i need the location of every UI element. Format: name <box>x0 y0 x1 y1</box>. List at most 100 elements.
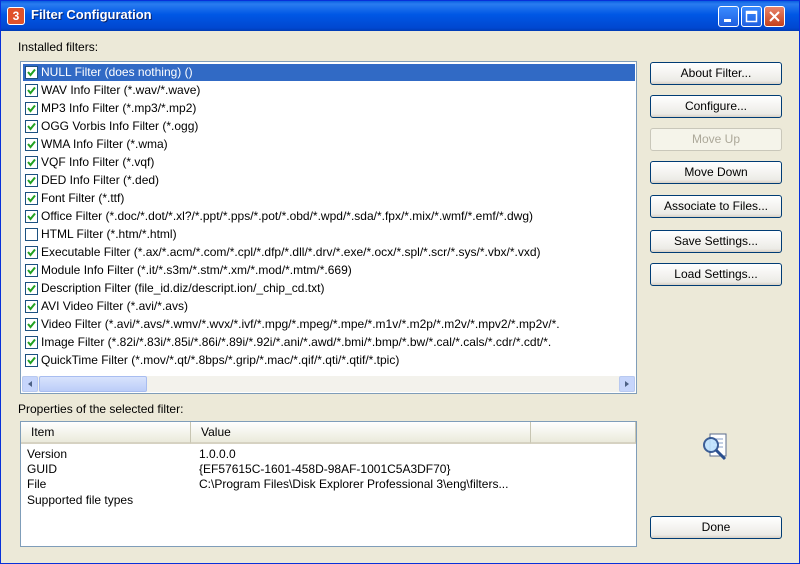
installed-filters-label: Installed filters: <box>18 40 99 54</box>
list-item[interactable]: AVI Video Filter (*.avi/*.avs) <box>23 298 635 315</box>
filter-checkbox[interactable] <box>25 192 38 205</box>
filter-configuration-window: 3 Filter Configuration Installed filters… <box>0 0 800 564</box>
filter-label: Executable Filter (*.ax/*.acm/*.com/*.cp… <box>41 245 541 259</box>
list-item[interactable]: HTML Filter (*.htm/*.html) <box>23 226 635 243</box>
checkmark-icon <box>27 86 36 95</box>
filter-label: NULL Filter (does nothing) () <box>41 65 193 79</box>
filter-label: VQF Info Filter (*.vqf) <box>41 155 155 169</box>
filter-label: Image Filter (*.82i/*.83i/*.85i/*.86i/*.… <box>41 335 552 349</box>
checkmark-icon <box>27 68 36 77</box>
checkmark-icon <box>27 266 36 275</box>
properties-label: Properties of the selected filter: <box>18 402 184 416</box>
filter-checkbox[interactable] <box>25 138 38 151</box>
filter-label: WAV Info Filter (*.wav/*.wave) <box>41 83 201 97</box>
filter-checkbox[interactable] <box>25 120 38 133</box>
column-header-value[interactable]: Value <box>191 422 531 444</box>
filter-checkbox[interactable] <box>25 354 38 367</box>
filter-label: Font Filter (*.ttf) <box>41 191 125 205</box>
filter-checkbox[interactable] <box>25 102 38 115</box>
filter-label: DED Info Filter (*.ded) <box>41 173 160 187</box>
filter-checkbox[interactable] <box>25 156 38 169</box>
filter-label: AVI Video Filter (*.avi/*.avs) <box>41 299 188 313</box>
property-value: 1.0.0.0 <box>199 447 236 461</box>
filter-checkbox[interactable] <box>25 264 38 277</box>
checkmark-icon <box>27 302 36 311</box>
scroll-right-button[interactable] <box>619 376 635 392</box>
column-header-item[interactable]: Item <box>21 422 191 444</box>
checkmark-icon <box>27 338 36 347</box>
list-item[interactable]: Module Info Filter (*.it/*.s3m/*.stm/*.x… <box>23 262 635 279</box>
property-value: C:\Program Files\Disk Explorer Professio… <box>199 477 509 491</box>
filter-label: Description Filter (file_id.diz/descript… <box>41 281 325 295</box>
associate-to-files-button[interactable]: Associate to Files... <box>650 195 782 218</box>
column-header-empty[interactable] <box>531 422 636 444</box>
filter-list[interactable]: NULL Filter (does nothing) () WAV Info Fi… <box>20 61 637 394</box>
checkmark-icon <box>27 122 36 131</box>
filter-checkbox[interactable] <box>25 210 38 223</box>
filter-checkbox[interactable] <box>25 318 38 331</box>
configure-button[interactable]: Configure... <box>650 95 782 118</box>
filter-checkbox[interactable] <box>25 282 38 295</box>
minimize-button[interactable] <box>718 6 739 27</box>
filter-label: MP3 Info Filter (*.mp3/*.mp2) <box>41 101 197 115</box>
close-icon <box>769 11 780 22</box>
list-item[interactable]: Video Filter (*.avi/*.avs/*.wmv/*.wvx/*.… <box>23 316 635 333</box>
property-item: File <box>27 477 47 491</box>
list-item[interactable]: MP3 Info Filter (*.mp3/*.mp2) <box>23 100 635 117</box>
filter-label: Video Filter (*.avi/*.avs/*.wmv/*.wvx/*.… <box>41 317 560 331</box>
checkmark-icon <box>27 284 36 293</box>
save-settings-button[interactable]: Save Settings... <box>650 230 782 253</box>
app-icon: 3 <box>7 7 25 25</box>
checkmark-icon <box>27 356 36 365</box>
list-item[interactable]: OGG Vorbis Info Filter (*.ogg) <box>23 118 635 135</box>
list-item[interactable]: QuickTime Filter (*.mov/*.qt/*.8bps/*.gr… <box>23 352 635 369</box>
filter-label: Office Filter (*.doc/*.dot/*.xl?/*.ppt/*… <box>41 209 533 223</box>
list-item[interactable]: Description Filter (file_id.diz/descript… <box>23 280 635 297</box>
scroll-left-button[interactable] <box>22 376 38 392</box>
checkmark-icon <box>27 248 36 257</box>
filter-label: HTML Filter (*.htm/*.html) <box>41 227 177 241</box>
maximize-icon <box>745 10 758 23</box>
list-item[interactable]: Office Filter (*.doc/*.dot/*.xl?/*.ppt/*… <box>23 208 635 225</box>
window-title: Filter Configuration <box>31 7 152 22</box>
arrow-left-icon <box>28 381 32 387</box>
checkmark-icon <box>27 320 36 329</box>
title-bar[interactable]: 3 Filter Configuration <box>1 1 799 31</box>
list-item[interactable]: Executable Filter (*.ax/*.acm/*.com/*.cp… <box>23 244 635 261</box>
checkmark-icon <box>27 212 36 221</box>
filter-checkbox[interactable] <box>25 228 38 241</box>
filter-checkbox[interactable] <box>25 84 38 97</box>
list-item[interactable]: WAV Info Filter (*.wav/*.wave) <box>23 82 635 99</box>
list-item[interactable]: DED Info Filter (*.ded) <box>23 172 635 189</box>
close-button[interactable] <box>764 6 785 27</box>
checkmark-icon <box>27 176 36 185</box>
filter-checkbox[interactable] <box>25 66 38 79</box>
property-item: Version <box>27 447 68 461</box>
scrollbar-thumb[interactable] <box>39 376 147 392</box>
filter-label: WMA Info Filter (*.wma) <box>41 137 168 151</box>
filter-checkbox[interactable] <box>25 246 38 259</box>
list-item[interactable]: Font Filter (*.ttf) <box>23 190 635 207</box>
properties-list[interactable]: Item Value Version 1.0.0.0 GUID {EF57615… <box>20 421 637 547</box>
checkmark-icon <box>27 104 36 113</box>
done-button[interactable]: Done <box>650 516 782 539</box>
move-up-button[interactable]: Move Up <box>650 128 782 151</box>
property-item: GUID <box>27 462 57 476</box>
filter-checkbox[interactable] <box>25 300 38 313</box>
arrow-right-icon <box>625 381 629 387</box>
minimize-icon <box>724 19 731 22</box>
filter-checkbox[interactable] <box>25 174 38 187</box>
property-value: {EF57615C-1601-458D-98AF-1001C5A3DF70} <box>199 462 451 476</box>
filter-checkbox[interactable] <box>25 336 38 349</box>
list-item[interactable]: Image Filter (*.82i/*.83i/*.85i/*.86i/*.… <box>23 334 635 351</box>
filter-label: Module Info Filter (*.it/*.s3m/*.stm/*.x… <box>41 263 352 277</box>
list-item[interactable]: VQF Info Filter (*.vqf) <box>23 154 635 171</box>
maximize-button[interactable] <box>741 6 762 27</box>
move-down-button[interactable]: Move Down <box>650 161 782 184</box>
load-settings-button[interactable]: Load Settings... <box>650 263 782 286</box>
checkmark-icon <box>27 194 36 203</box>
list-item[interactable]: WMA Info Filter (*.wma) <box>23 136 635 153</box>
horizontal-scrollbar[interactable] <box>22 376 635 392</box>
about-filter-button[interactable]: About Filter... <box>650 62 782 85</box>
list-item[interactable]: NULL Filter (does nothing) () <box>23 64 635 81</box>
